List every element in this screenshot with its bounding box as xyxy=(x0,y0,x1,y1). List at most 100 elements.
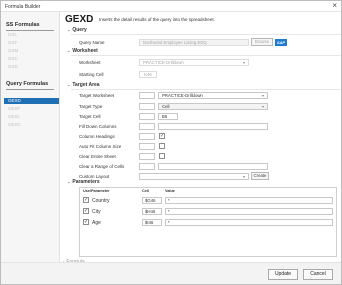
target-type-label: Target Type xyxy=(79,104,103,109)
section-query-label: Query xyxy=(72,27,87,33)
main-panel: GEXD Inserts the detail results of the q… xyxy=(61,12,341,265)
sidebar-item-gexd[interactable]: GEXD xyxy=(4,98,59,104)
col-header-cell: Cell xyxy=(142,189,149,193)
col-header-value: Value xyxy=(165,189,175,193)
sidebar-divider xyxy=(6,89,54,90)
param-value-field[interactable]: * xyxy=(165,197,333,204)
check-icon: ✓ xyxy=(84,208,89,214)
title-bar: Formula Builder × xyxy=(1,1,341,12)
clear-range-label: Clear a Range of Cells xyxy=(79,164,125,169)
browse-button[interactable]: Browse xyxy=(251,38,273,46)
section-divider xyxy=(71,34,341,35)
chevron-down-icon: ▾ xyxy=(261,93,264,98)
sidebar-item-gexf[interactable]: GEXF xyxy=(8,106,52,112)
section-worksheet-label: Worksheet xyxy=(72,48,98,54)
clear-sheet-label: Clear Entire Sheet xyxy=(79,154,116,159)
section-divider xyxy=(71,89,341,90)
close-icon[interactable]: × xyxy=(332,2,337,10)
query-name-field[interactable]: Northwind Employee Listing.EDQ xyxy=(139,39,249,46)
chevron-down-icon: ▾ xyxy=(261,104,264,109)
param-city-checkbox[interactable]: ✓ xyxy=(83,208,89,214)
check-icon: ✓ xyxy=(84,197,89,203)
cancel-button[interactable]: Cancel xyxy=(303,269,333,280)
target-worksheet-value: PRACTICE-Drilldown xyxy=(162,93,203,98)
sidebar-group-query-formulas: Query Formulas xyxy=(6,81,49,87)
worksheet-label: Worksheet xyxy=(79,60,101,65)
sap-logo-icon: SAP xyxy=(275,39,287,46)
param-name: City xyxy=(92,209,101,215)
sidebar-item-gxf[interactable]: GXF xyxy=(8,40,52,46)
target-cell-ref[interactable] xyxy=(139,113,155,120)
section-worksheet[interactable]: ⌄ Worksheet xyxy=(67,48,98,54)
param-country-checkbox[interactable]: ✓ xyxy=(83,197,89,203)
column-headings-checkbox[interactable]: ✓ xyxy=(159,133,165,139)
fill-down-label: Fill Down Columns xyxy=(79,124,117,129)
section-target-area[interactable]: ⌄ Target Area xyxy=(67,82,100,88)
sidebar-item-gxc[interactable]: GXC xyxy=(8,56,52,62)
clear-sheet-cell-ref[interactable] xyxy=(139,153,155,160)
starting-cell-label: Starting Cell xyxy=(79,72,104,77)
table-row: ✓ Country $G46 * xyxy=(80,196,336,206)
custom-layout-select[interactable]: ▾ xyxy=(139,173,249,180)
chevron-down-icon: ⌄ xyxy=(67,48,71,53)
sidebar-item-gxm[interactable]: GXM xyxy=(8,48,52,54)
starting-cell-field[interactable]: K46 xyxy=(139,71,157,78)
target-cell-label: Target Cell xyxy=(79,114,101,119)
param-age-checkbox[interactable]: ✓ xyxy=(83,219,89,225)
target-worksheet-select[interactable]: PRACTICE-Drilldown ▾ xyxy=(158,92,268,99)
worksheet-select-value: PRACTICE-Drilldown xyxy=(143,60,184,65)
sidebar-item-gxd[interactable]: GXD xyxy=(8,64,52,70)
param-cell-field[interactable]: $I46 xyxy=(142,219,162,226)
check-icon: ✓ xyxy=(160,133,165,139)
fill-down-cell-ref[interactable] xyxy=(139,123,155,130)
query-name-label: Query Name xyxy=(79,40,105,45)
section-divider xyxy=(71,55,341,56)
chevron-down-icon: ⌄ xyxy=(67,179,71,184)
auto-fit-label: Auto Fit Column Size xyxy=(79,144,122,149)
auto-fit-cell-ref[interactable] xyxy=(139,143,155,150)
table-row: ✓ Age $I46 * xyxy=(80,218,336,228)
chevron-down-icon: ⌄ xyxy=(67,27,71,32)
param-cell-field[interactable]: $G46 xyxy=(142,197,162,204)
window-title: Formula Builder xyxy=(5,4,41,10)
column-headings-cell-ref[interactable] xyxy=(139,133,155,140)
sidebar-item-gxl[interactable]: GXL xyxy=(8,32,52,38)
target-worksheet-label: Target Worksheet xyxy=(79,93,115,98)
target-type-select[interactable]: Cell ▾ xyxy=(158,103,268,110)
fill-down-field[interactable] xyxy=(158,123,268,130)
create-button[interactable]: Create xyxy=(251,172,269,180)
sidebar-item-gexl[interactable]: GEXL xyxy=(8,114,52,120)
column-headings-label: Column Headings xyxy=(79,134,115,139)
chevron-down-icon: ▾ xyxy=(242,174,245,179)
formula-builder-dialog: Formula Builder × SS Formulas GXL GXF GX… xyxy=(0,0,342,285)
clear-range-field[interactable] xyxy=(158,163,268,170)
table-row: ✓ City $H46 * xyxy=(80,207,336,217)
section-parameters[interactable]: ⌄ Parameters xyxy=(67,179,100,185)
worksheet-select[interactable]: PRACTICE-Drilldown ▾ xyxy=(139,59,249,66)
clear-range-cell-ref[interactable] xyxy=(139,163,155,170)
target-cell-field[interactable]: B6 xyxy=(158,113,178,120)
target-type-cell-ref[interactable] xyxy=(139,103,155,110)
update-button[interactable]: Update xyxy=(268,269,298,280)
param-cell-field[interactable]: $H46 xyxy=(142,208,162,215)
param-name: Age xyxy=(92,220,101,226)
param-value-field[interactable]: * xyxy=(165,219,333,226)
param-name: Country xyxy=(92,198,110,204)
col-header-parameter: Use/Parameter xyxy=(83,189,110,193)
function-description: Inserts the detail results of the query … xyxy=(99,17,215,22)
chevron-down-icon: ⌄ xyxy=(67,82,71,87)
param-value-field[interactable]: * xyxy=(165,208,333,215)
section-parameters-label: Parameters xyxy=(72,179,100,185)
sidebar-item-gexc[interactable]: GEXC xyxy=(8,122,52,128)
clear-sheet-checkbox[interactable] xyxy=(159,153,165,159)
chevron-down-icon: ▾ xyxy=(242,60,245,65)
target-worksheet-cell-ref[interactable] xyxy=(139,92,155,99)
section-query[interactable]: ⌄ Query xyxy=(67,27,87,33)
function-title: GEXD xyxy=(65,14,94,25)
check-icon: ✓ xyxy=(84,219,89,225)
parameters-table: Use/Parameter Cell Value ✓ Country $G46 … xyxy=(79,187,337,257)
sidebar-group-ss-formulas: SS Formulas xyxy=(6,22,40,28)
auto-fit-checkbox[interactable] xyxy=(159,143,165,149)
sidebar-divider xyxy=(6,30,54,31)
sidebar: SS Formulas GXL GXF GXM GXC GXD Query Fo… xyxy=(1,12,60,262)
